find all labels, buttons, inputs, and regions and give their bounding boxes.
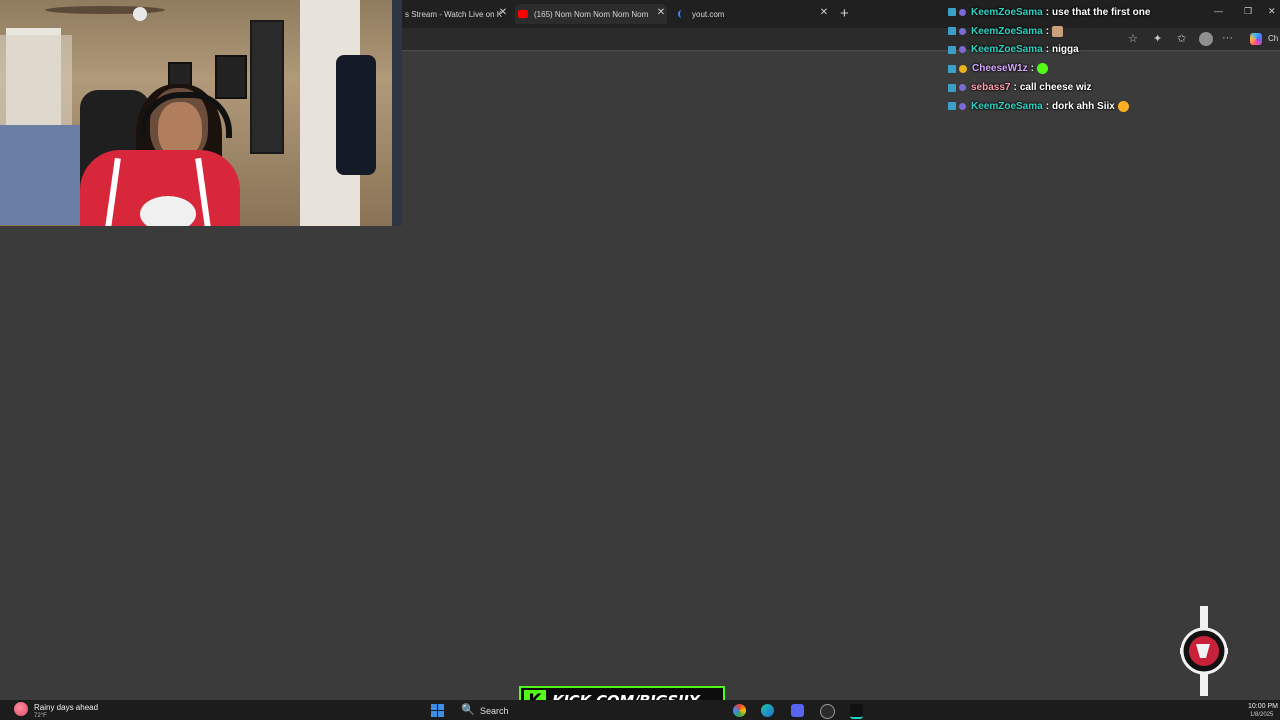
search-icon[interactable]: 🔍 (461, 703, 475, 716)
taskbar-clock-date[interactable]: 1/8/2025 (1250, 712, 1273, 718)
weather-summary[interactable]: Rainy days ahead (34, 703, 98, 712)
chat-message: KeemZoeSama : (948, 22, 1278, 41)
chat-username: CheeseW1z (972, 63, 1028, 75)
tab-title: s Stream - Watch Live on K (405, 9, 503, 19)
chat-text: nigga (1052, 44, 1079, 56)
obs-icon[interactable] (820, 704, 835, 719)
wall-poster (215, 55, 247, 99)
wall-mirror (250, 20, 284, 154)
tab-youtube-nom-nom[interactable]: (165) Nom Nom Nom Nom Nom ✕ (515, 4, 667, 24)
subscriber-badge-icon (959, 102, 966, 110)
subscriber-badge-icon (959, 46, 966, 54)
hanging-jacket (336, 55, 376, 175)
weather-temperature: 72°F (34, 713, 47, 719)
chat-username: KeemZoeSama (971, 44, 1043, 56)
moderator-badge-icon (948, 8, 956, 17)
moderator-badge-icon (948, 64, 956, 73)
emote-icon (1036, 63, 1048, 75)
chat-message: CheeseW1z : (948, 59, 1278, 78)
tab-kick-stream[interactable]: s Stream - Watch Live on K ✕ (405, 4, 509, 24)
chat-separator: : (1045, 25, 1050, 37)
edge-icon[interactable] (761, 704, 774, 717)
taskbar-clock-time[interactable]: 10:00 PM (1248, 703, 1278, 710)
start-menu-icon[interactable] (431, 704, 444, 717)
new-tab-button[interactable]: + (840, 5, 849, 22)
audio-app-icon[interactable] (850, 704, 863, 719)
subscriber-badge-icon (959, 27, 966, 35)
chat-separator: : (1045, 100, 1050, 112)
chat-text: dork ahh Siix (1052, 100, 1115, 112)
chrome-icon[interactable] (733, 704, 746, 717)
chat-message: KeemZoeSama : dork ahh Siix (948, 97, 1278, 116)
tab-yout-com[interactable]: yout.com ✕ (675, 4, 830, 24)
chat-message: sebass7 : call cheese wiz (948, 78, 1278, 97)
taskbar-search[interactable]: Search (480, 706, 509, 716)
stream-chat-overlay: KeemZoeSama : use that the first one Kee… (948, 3, 1278, 116)
chat-username: KeemZoeSama (971, 25, 1043, 37)
chat-message: KeemZoeSama : nigga (948, 41, 1278, 60)
chat-text: call cheese wiz (1019, 82, 1092, 94)
chat-separator: : (1045, 6, 1050, 18)
chat-separator: : (1013, 82, 1017, 94)
webcam-feed (0, 0, 402, 226)
chat-message: KeemZoeSama : use that the first one (948, 3, 1278, 22)
founder-badge-icon (959, 64, 967, 73)
room-bed (0, 125, 80, 225)
white-ball (140, 196, 196, 226)
youtube-icon (518, 10, 528, 18)
moderator-badge-icon (948, 102, 956, 111)
subscriber-badge-icon (959, 84, 966, 92)
moderator-badge-icon (948, 83, 956, 92)
tab-title: yout.com (692, 9, 725, 19)
chat-username: KeemZoeSama (971, 100, 1043, 112)
ceiling-fan (40, 0, 170, 26)
moderator-badge-icon (948, 27, 956, 36)
webcam-edge (392, 0, 402, 226)
emote-icon (1052, 25, 1064, 37)
chat-username: KeemZoeSama (971, 6, 1043, 18)
tab-close-icon[interactable]: ✕ (818, 7, 830, 18)
discord-icon[interactable] (791, 704, 804, 717)
tab-close-icon[interactable]: ✕ (497, 7, 509, 18)
moderator-badge-icon (948, 45, 956, 54)
chat-text: use that the first one (1052, 6, 1151, 18)
windows-taskbar: Rainy days ahead 72°F 🔍 Search 10:00 PM … (0, 700, 1280, 720)
chat-separator: : (1030, 63, 1034, 75)
emote-icon (1117, 100, 1129, 112)
channel-logo (1176, 606, 1232, 696)
weather-icon[interactable] (14, 702, 28, 716)
subscriber-badge-icon (959, 8, 966, 16)
chat-username: sebass7 (971, 82, 1011, 94)
tab-close-icon[interactable]: ✕ (655, 7, 667, 18)
loading-icon (678, 10, 686, 18)
chat-separator: : (1045, 44, 1050, 56)
tab-title: (165) Nom Nom Nom Nom Nom (534, 9, 649, 19)
